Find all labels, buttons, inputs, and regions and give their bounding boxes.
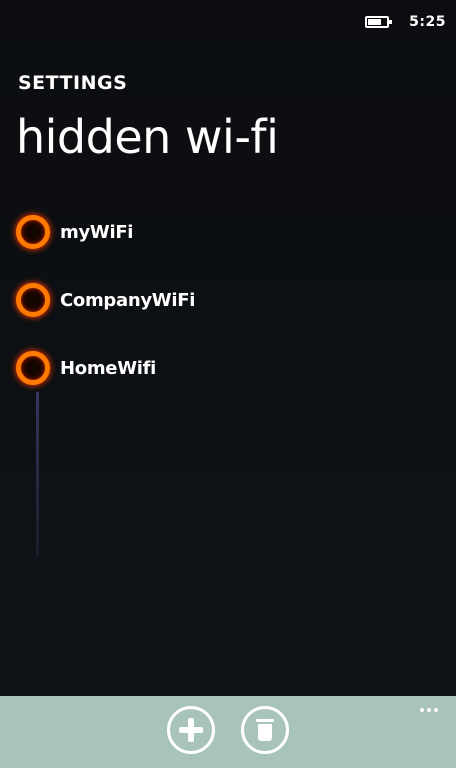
app-bar-buttons <box>0 706 456 754</box>
network-item-companywifi[interactable]: CompanyWiFi <box>16 280 195 320</box>
more-icon[interactable] <box>420 708 438 712</box>
radio-icon[interactable] <box>16 215 50 249</box>
clock: 5:25 <box>409 14 446 30</box>
hidden-network-list: myWiFi CompanyWiFi HomeWifi <box>16 212 195 416</box>
status-bar: 5:25 <box>365 10 446 34</box>
delete-button[interactable] <box>241 706 289 754</box>
phone-screen: 5:25 SETTINGS hidden wi-fi myWiFi Compan… <box>0 0 456 768</box>
battery-icon <box>365 16 393 28</box>
add-icon <box>178 717 204 743</box>
network-item-homewifi[interactable]: HomeWifi <box>16 348 195 388</box>
battery-fill <box>368 19 382 25</box>
app-bar <box>0 696 456 768</box>
radio-icon[interactable] <box>16 351 50 385</box>
add-button[interactable] <box>167 706 215 754</box>
radio-icon[interactable] <box>16 283 50 317</box>
delete-icon <box>256 718 274 742</box>
scroll-indicator <box>36 392 39 556</box>
network-label: CompanyWiFi <box>60 289 196 311</box>
network-label: myWiFi <box>60 221 134 243</box>
page-title: hidden wi-fi <box>16 110 279 164</box>
app-title: SETTINGS <box>18 72 128 94</box>
network-label: HomeWifi <box>60 357 157 379</box>
network-item-mywifi[interactable]: myWiFi <box>16 212 195 252</box>
